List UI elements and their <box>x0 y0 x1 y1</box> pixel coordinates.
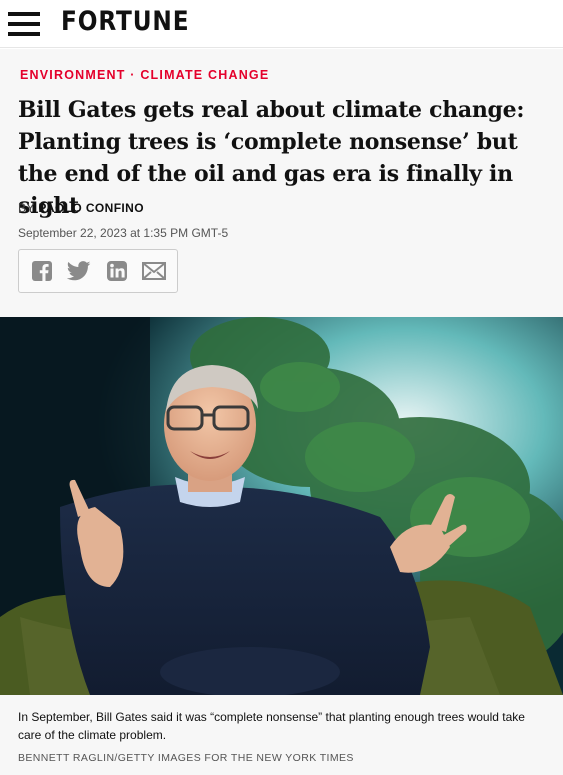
email-icon[interactable] <box>141 258 167 284</box>
category-breadcrumb: ENVIRONMENT · CLIMATE CHANGE <box>20 68 269 82</box>
publish-date: September 22, 2023 at 1:35 PM GMT-5 <box>18 226 229 240</box>
article: ENVIRONMENT · CLIMATE CHANGE Bill Gates … <box>0 49 563 775</box>
category-climate-change-link[interactable]: CLIMATE CHANGE <box>140 68 269 82</box>
category-separator: · <box>130 68 136 82</box>
byline: BY PAOLO CONFINO <box>18 201 144 215</box>
twitter-icon[interactable] <box>66 258 92 284</box>
category-environment-link[interactable]: ENVIRONMENT <box>20 68 126 82</box>
linkedin-icon[interactable] <box>104 258 130 284</box>
share-bar <box>18 249 178 293</box>
image-credit: BENNETT RAGLIN/GETTY IMAGES FOR THE NEW … <box>18 752 354 764</box>
site-logo[interactable]: FORTUNE <box>61 6 189 37</box>
author-link[interactable]: PAOLO CONFINO <box>38 201 144 215</box>
hamburger-menu-icon[interactable] <box>8 12 40 36</box>
image-caption: In September, Bill Gates said it was “co… <box>18 710 525 742</box>
byline-prefix: BY <box>18 201 35 215</box>
facebook-icon[interactable] <box>29 258 55 284</box>
hero-image <box>0 317 563 695</box>
site-header: FORTUNE <box>0 0 563 48</box>
